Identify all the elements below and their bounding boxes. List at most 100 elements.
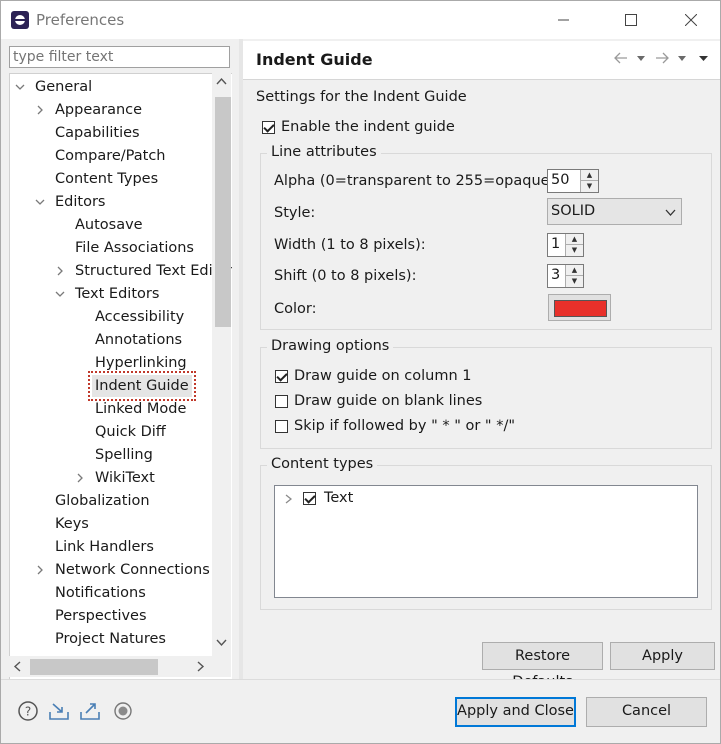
tree-horizontal-thumb[interactable] [30,659,158,675]
tree-item-structured-text-editors[interactable]: Structured Text Editors [10,260,232,282]
scroll-left-icon[interactable] [13,661,21,672]
close-window-button[interactable] [668,5,714,35]
tree-item-label: Accessibility [95,309,185,325]
style-combo[interactable]: SOLID [547,198,682,225]
tree-item-autosave[interactable]: Autosave [10,214,213,236]
chevron-right-icon[interactable] [35,105,45,115]
chevron-down-icon[interactable] [35,197,45,207]
alpha-decrement-button[interactable]: ▼ [581,181,598,192]
help-icon[interactable]: ? [17,700,39,722]
tree-item-label: General [35,79,93,95]
restore-defaults-button[interactable]: Restore Defaults [482,642,603,690]
maximize-icon [625,14,637,26]
tree-item-label: Structured Text Editors [75,263,232,279]
width-spinner[interactable]: 1 ▲ ▼ [547,233,584,257]
tree-item-linked-mode[interactable]: Linked Mode [10,398,213,420]
filter-input[interactable] [9,46,230,68]
tree-item-spelling[interactable]: Spelling [10,444,213,466]
tree-item-project-natures[interactable]: Project Natures [10,628,213,650]
chevron-down-icon [665,209,676,216]
tree-item-network-connections[interactable]: Network Connections [10,559,213,581]
draw-guide-blank-lines-checkbox[interactable] [275,395,288,408]
back-menu-chevron-icon[interactable] [637,56,645,61]
apply-button[interactable]: Apply [610,642,715,670]
forward-arrow-icon[interactable] [655,52,669,64]
chevron-right-icon[interactable] [55,266,65,276]
alpha-spinner[interactable]: 50 ▲ ▼ [547,169,599,193]
tree-item-general[interactable]: General [10,76,213,98]
tree-item-label: Network Connections [55,562,210,578]
chevron-right-icon[interactable] [285,494,292,504]
tree-item-capabilities[interactable]: Capabilities [10,122,213,144]
shift-decrement-button[interactable]: ▼ [566,276,583,287]
preference-tree: General Appearance Capabilities Compare/Pat… [9,73,232,680]
tree-item-label: Annotations [95,332,183,348]
back-arrow-icon[interactable] [614,52,628,64]
tree-item-label: File Associations [75,240,194,256]
tree-item-label: Hyperlinking [95,355,187,371]
tree-item-content-types[interactable]: Content Types [10,168,213,190]
minimize-icon [558,19,569,21]
tree-item-label: Content Types [55,171,159,187]
tree-item-file-associations[interactable]: File Associations [10,237,213,259]
tree-item-annotations[interactable]: Annotations [10,329,213,351]
tree-item-wikitext[interactable]: WikiText [10,467,213,489]
alpha-increment-button[interactable]: ▲ [581,170,598,181]
tree-item-label: Globalization [55,493,150,509]
tree-item-editors[interactable]: Editors [10,191,213,213]
tree-item-accessibility[interactable]: Accessibility [10,306,213,328]
tree-item-label: WikiText [95,470,155,486]
drawing-options-title: Drawing options [267,338,394,354]
shift-increment-button[interactable]: ▲ [566,265,583,276]
chevron-right-icon[interactable] [75,473,85,483]
record-icon[interactable] [112,700,134,722]
view-menu-icon[interactable] [699,56,708,61]
enable-indent-guide-label: Enable the indent guide [281,119,455,135]
tree-item-hyperlinking[interactable]: Hyperlinking [10,352,213,374]
tree-item-indent-guide[interactable]: Indent Guide [10,371,213,401]
chevron-down-icon[interactable] [55,289,65,299]
forward-menu-chevron-icon[interactable] [678,56,686,61]
tree-item-quick-diff[interactable]: Quick Diff [10,421,213,443]
chevron-down-icon[interactable] [15,82,25,92]
tree-item-globalization[interactable]: Globalization [10,490,213,512]
cancel-button[interactable]: Cancel [586,697,707,727]
scroll-down-icon[interactable] [216,639,227,647]
width-decrement-button[interactable]: ▼ [566,245,583,256]
width-increment-button[interactable]: ▲ [566,234,583,245]
tree-item-perspectives[interactable]: Perspectives [10,605,213,627]
enable-indent-guide-checkbox[interactable] [262,121,275,134]
maximize-button[interactable] [608,5,654,35]
text-content-type-checkbox[interactable] [303,492,316,505]
tree-item-label: Editors [55,194,106,210]
export-icon[interactable] [79,700,101,722]
skip-comment-checkbox[interactable] [275,420,288,433]
shift-spinner[interactable]: 3 ▲ ▼ [547,264,584,288]
scroll-up-icon[interactable] [216,77,227,85]
scroll-right-icon[interactable] [197,661,205,672]
line-attributes-group: Line attributes Alpha (0=transparent to … [260,144,712,330]
tree-item-label: Text Editors [75,286,160,302]
alpha-label: Alpha (0=transparent to 255=opaque): [274,173,561,189]
text-content-type-label: Text [324,490,354,506]
apply-and-close-button[interactable]: Apply and Close [455,697,576,727]
tree-item-appearance[interactable]: Appearance [10,99,213,121]
width-label: Width (1 to 8 pixels): [274,237,426,253]
color-label: Color: [274,301,317,317]
tree-item-link-handlers[interactable]: Link Handlers [10,536,213,558]
page-title: Indent Guide [256,50,373,69]
tree-vertical-thumb[interactable] [215,97,231,327]
import-icon[interactable] [48,700,70,722]
tree-item-notifications[interactable]: Notifications [10,582,213,604]
tree-item-compare-patch[interactable]: Compare/Patch [10,145,213,167]
tree-item-keys[interactable]: Keys [10,513,213,535]
title-bar: Preferences [1,1,720,39]
tree-item-label: Perspectives [55,608,147,624]
draw-guide-column-1-checkbox[interactable] [275,370,288,383]
color-picker-button[interactable] [548,294,611,321]
chevron-right-icon[interactable] [35,565,45,575]
preferences-window: Preferences General Appearance Capabilitie… [0,0,721,744]
tree-item-label: Compare/Patch [55,148,166,164]
tree-item-text-editors[interactable]: Text Editors [10,283,213,305]
minimize-button[interactable] [541,5,587,35]
